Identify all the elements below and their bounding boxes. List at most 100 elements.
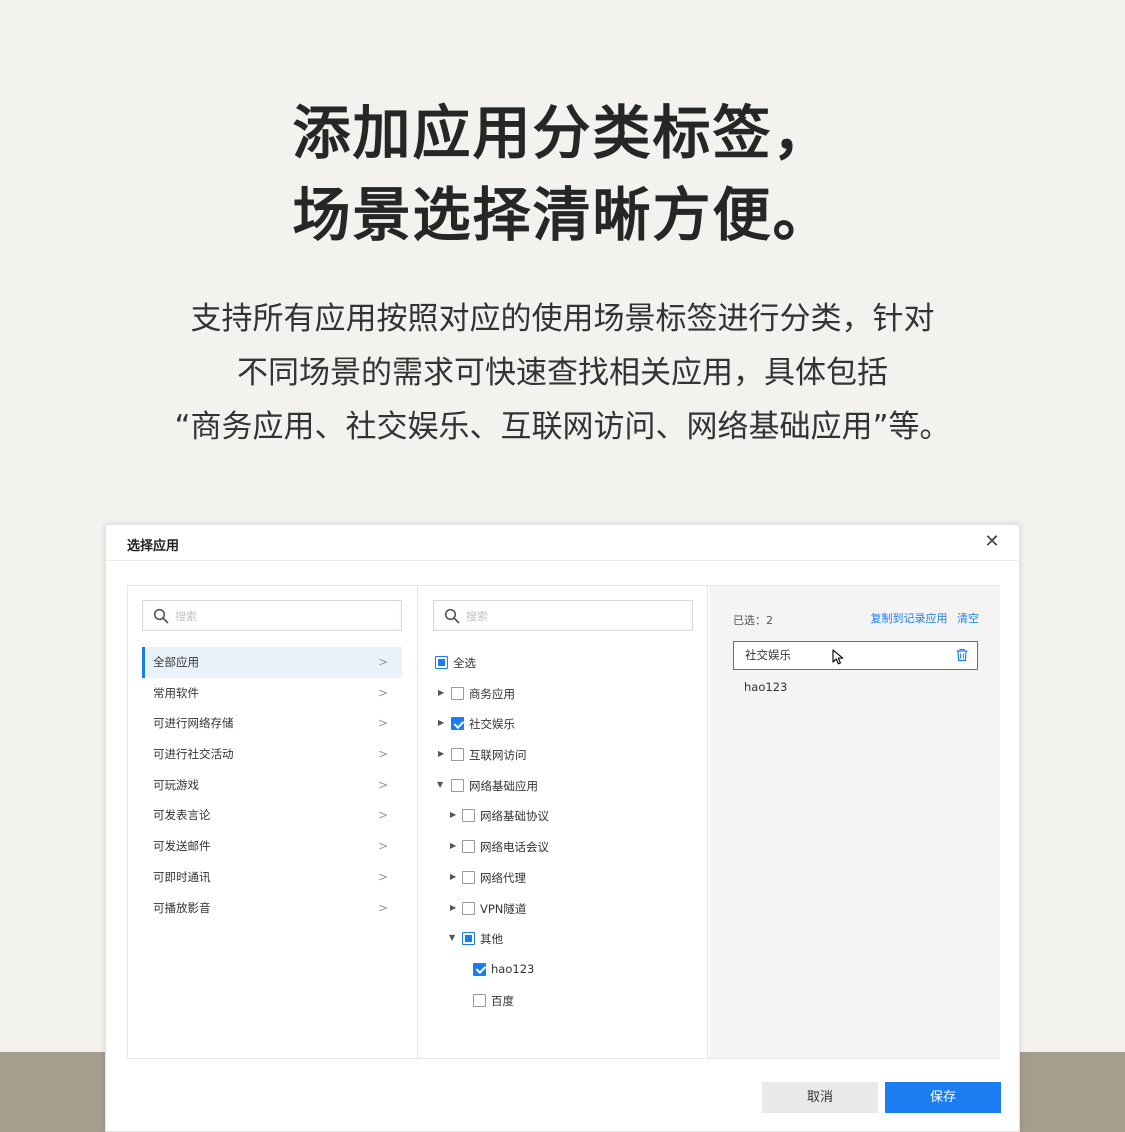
- chevron-right-icon: >: [377, 685, 388, 700]
- tree-checkbox[interactable]: [462, 840, 475, 854]
- select-all-checkbox[interactable]: [435, 656, 448, 669]
- mouse-cursor-icon: [832, 649, 844, 665]
- category-label: 全部应用: [153, 655, 199, 669]
- tree-label: hao123: [491, 961, 535, 976]
- category-item-mail[interactable]: 可发送邮件 >: [142, 831, 402, 862]
- tree-row: ▼ 其他: [433, 923, 693, 954]
- tree-checkbox[interactable]: [462, 870, 475, 884]
- selected-panel: 已选：2 复制到记录应用 清空 社交娱乐 hao123: [709, 586, 1000, 1058]
- tree-row: ▶ 商务应用: [433, 678, 693, 709]
- selected-count: 已选：2: [733, 614, 773, 627]
- category-item-social[interactable]: 可进行社交活动 >: [142, 739, 402, 770]
- category-list: 全部应用 > 常用软件 > 可进行网络存储 > 可进行社交活动 > 可玩游戏 >…: [142, 647, 402, 923]
- collapse-arrow-icon[interactable]: ▼: [449, 933, 457, 943]
- clear-link[interactable]: 清空: [957, 612, 979, 625]
- category-label: 可进行社交活动: [153, 747, 234, 762]
- trash-icon[interactable]: [955, 648, 969, 662]
- expand-arrow-icon[interactable]: ▶: [438, 718, 446, 728]
- description-line-3: “商务应用、社交娱乐、互联网访问、网络基础应用”等。: [174, 409, 951, 445]
- tree-label: 其他: [480, 932, 503, 947]
- tree-checkbox[interactable]: [451, 717, 464, 731]
- search-icon: [153, 608, 169, 624]
- category-item-all[interactable]: 全部应用 >: [142, 647, 402, 678]
- category-item-common[interactable]: 常用软件 >: [142, 678, 402, 709]
- tree-label: 互联网访问: [469, 748, 527, 763]
- tree-row: ▶ 网络代理: [433, 862, 693, 893]
- cancel-button[interactable]: 取消: [762, 1082, 878, 1113]
- tree-label: 网络基础协议: [480, 809, 549, 824]
- dialog-body: 全部应用 > 常用软件 > 可进行网络存储 > 可进行社交活动 > 可玩游戏: [127, 585, 1000, 1059]
- expand-arrow-icon[interactable]: ▶: [438, 688, 446, 698]
- category-search[interactable]: [142, 600, 402, 631]
- category-label: 可发送邮件: [153, 839, 211, 854]
- category-item-post[interactable]: 可发表言论 >: [142, 800, 402, 831]
- category-item-storage[interactable]: 可进行网络存储 >: [142, 708, 402, 739]
- category-item-media[interactable]: 可播放影音 >: [142, 893, 402, 924]
- app-tree: 全选 ▶ 商务应用 ▶ 社交娱乐 ▶ 互联网访问 ▼ 网络基础应用 ▶ 网络基础…: [433, 647, 693, 1015]
- tree-label: 全选: [453, 656, 476, 670]
- chevron-right-icon: >: [377, 747, 388, 762]
- save-button[interactable]: 保存: [885, 1082, 1001, 1113]
- chevron-right-icon: >: [377, 808, 388, 823]
- selected-item[interactable]: 社交娱乐: [733, 641, 978, 670]
- tree-label: 商务应用: [469, 686, 515, 701]
- category-item-im[interactable]: 可即时通讯 >: [142, 862, 402, 893]
- expand-arrow-icon[interactable]: ▶: [450, 810, 458, 820]
- category-label: 可发表言论: [153, 808, 211, 823]
- copy-to-record-link[interactable]: 复制到记录应用: [871, 612, 948, 625]
- chevron-right-icon: >: [377, 777, 388, 792]
- category-search-input[interactable]: [175, 606, 375, 626]
- chevron-right-icon: >: [377, 839, 388, 854]
- expand-arrow-icon[interactable]: ▶: [438, 749, 446, 759]
- collapse-arrow-icon[interactable]: ▼: [437, 780, 445, 790]
- app-search-input[interactable]: [466, 606, 666, 626]
- category-label: 可进行网络存储: [153, 716, 234, 731]
- tree-label: 网络代理: [480, 870, 526, 885]
- category-label: 可玩游戏: [153, 777, 199, 792]
- category-item-games[interactable]: 可玩游戏 >: [142, 770, 402, 801]
- category-label: 常用软件: [153, 685, 199, 700]
- category-label: 可播放影音: [153, 900, 211, 915]
- tree-checkbox[interactable]: [451, 748, 464, 762]
- tree-checkbox[interactable]: [451, 686, 464, 700]
- tree-row-select-all: 全选: [433, 647, 693, 678]
- category-panel: 全部应用 > 常用软件 > 可进行网络存储 > 可进行社交活动 > 可玩游戏: [128, 586, 418, 1058]
- tree-row: ▶ 社交娱乐: [433, 708, 693, 739]
- expand-arrow-icon[interactable]: ▶: [450, 872, 458, 882]
- tree-row: 百度: [433, 985, 693, 1016]
- chevron-right-icon: >: [377, 716, 388, 731]
- headline: 添加应用分类标签， 场景选择清晰方便。: [0, 92, 1125, 256]
- select-app-dialog: 选择应用 ✕ 全部应用 > 常用软件 >: [105, 524, 1020, 1132]
- chevron-right-icon: >: [377, 869, 388, 884]
- app-tree-panel: 全选 ▶ 商务应用 ▶ 社交娱乐 ▶ 互联网访问: [418, 586, 708, 1058]
- tree-checkbox[interactable]: [473, 993, 486, 1007]
- chevron-right-icon: >: [377, 900, 388, 915]
- dialog-header: 选择应用 ✕: [106, 525, 1019, 561]
- close-icon[interactable]: ✕: [981, 531, 1003, 553]
- tree-checkbox[interactable]: [462, 809, 475, 823]
- expand-arrow-icon[interactable]: ▶: [450, 903, 458, 913]
- description-line-1: 支持所有应用按照对应的使用场景标签进行分类，针对: [190, 301, 935, 337]
- tree-row: ▶ 网络电话会议: [433, 831, 693, 862]
- tree-row: ▶ VPN隧道: [433, 893, 693, 924]
- tree-row: hao123: [433, 954, 693, 985]
- tree-label: 百度: [491, 993, 514, 1008]
- description: 支持所有应用按照对应的使用场景标签进行分类，针对 不同场景的需求可快速查找相关应…: [0, 292, 1125, 454]
- tree-label: 社交娱乐: [469, 717, 515, 732]
- tree-checkbox[interactable]: [462, 901, 475, 915]
- headline-line-2: 场景选择清晰方便。: [292, 181, 833, 249]
- tree-checkbox[interactable]: [451, 778, 464, 792]
- app-search[interactable]: [433, 600, 693, 631]
- expand-arrow-icon[interactable]: ▶: [450, 841, 458, 851]
- tree-label: VPN隧道: [480, 901, 527, 916]
- selected-actions: 复制到记录应用 清空: [865, 610, 980, 626]
- headline-line-1: 添加应用分类标签，: [292, 99, 833, 167]
- search-icon: [444, 608, 460, 624]
- tree-checkbox[interactable]: [473, 962, 486, 976]
- tree-row: ▶ 网络基础协议: [433, 800, 693, 831]
- tree-row: ▼ 网络基础应用: [433, 770, 693, 801]
- selected-item[interactable]: hao123: [744, 680, 787, 694]
- chevron-right-icon: >: [377, 655, 388, 669]
- tree-checkbox[interactable]: [462, 932, 475, 946]
- description-line-2: 不同场景的需求可快速查找相关应用，具体包括: [237, 355, 888, 391]
